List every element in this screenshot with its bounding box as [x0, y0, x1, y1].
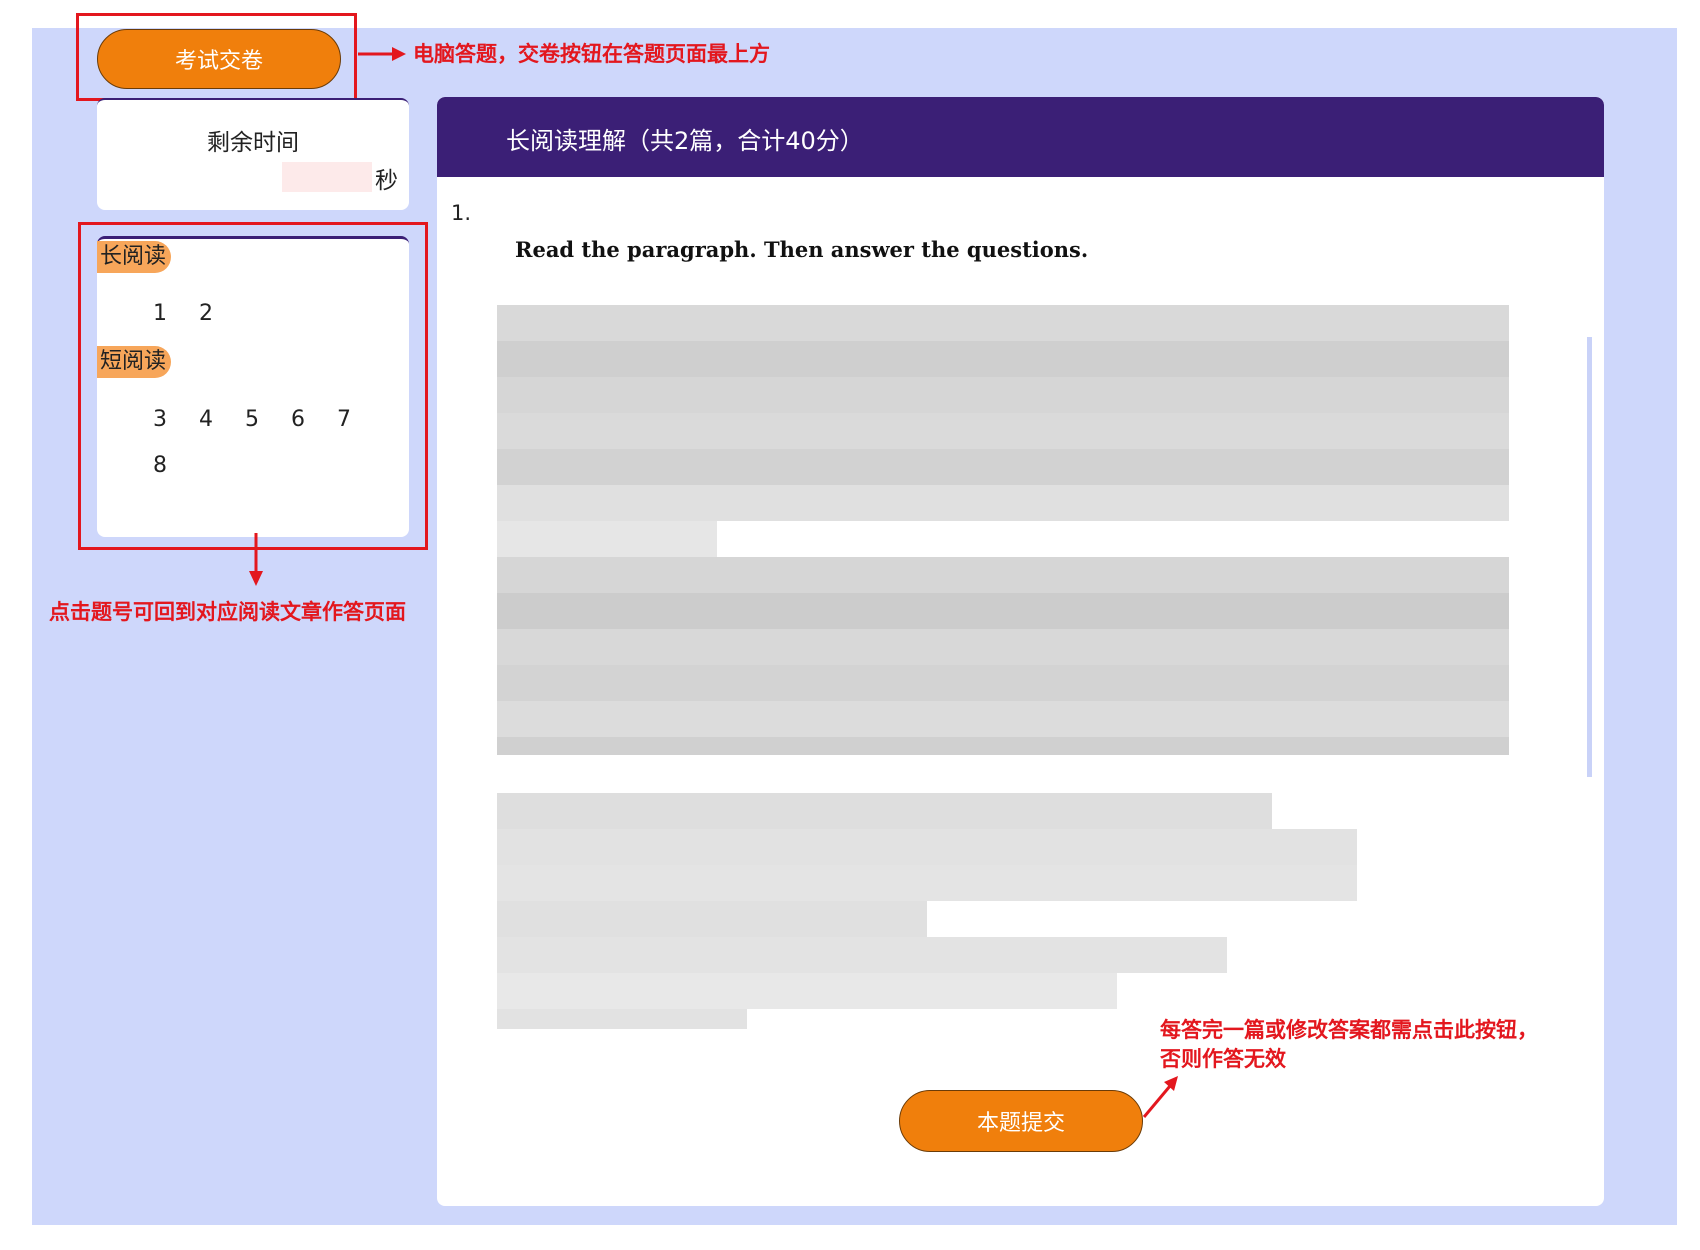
- timer-unit: 秒: [375, 168, 398, 194]
- arrow-right-icon: [358, 47, 406, 61]
- highlight-box-navigator: [78, 222, 428, 550]
- arrow-down-icon: [249, 533, 263, 586]
- timer-label: 剩余时间: [207, 130, 299, 156]
- section-header: 长阅读理解（共2篇，合计40分）: [437, 97, 1604, 177]
- arrow-up-right-icon: [1142, 1076, 1178, 1118]
- timer-card: 剩余时间 秒: [97, 98, 409, 210]
- question-number: 1.: [451, 201, 472, 225]
- annotation-nav-note: 点击题号可回到对应阅读文章作答页面: [49, 600, 406, 624]
- annotation-top-note: 电脑答题，交卷按钮在答题页面最上方: [413, 42, 770, 66]
- section-title: 长阅读理解（共2篇，合计40分）: [506, 127, 864, 155]
- timer-value-redacted: [282, 162, 372, 192]
- question-instruction: Read the paragraph. Then answer the ques…: [515, 237, 1089, 262]
- annotation-submit-note-line1: 每答完一篇或修改答案都需点击此按钮，: [1160, 1018, 1538, 1042]
- highlight-box-submit-exam: [76, 13, 357, 101]
- submit-question-button[interactable]: 本题提交: [899, 1090, 1143, 1152]
- annotation-submit-note-line2: 否则作答无效: [1160, 1047, 1286, 1071]
